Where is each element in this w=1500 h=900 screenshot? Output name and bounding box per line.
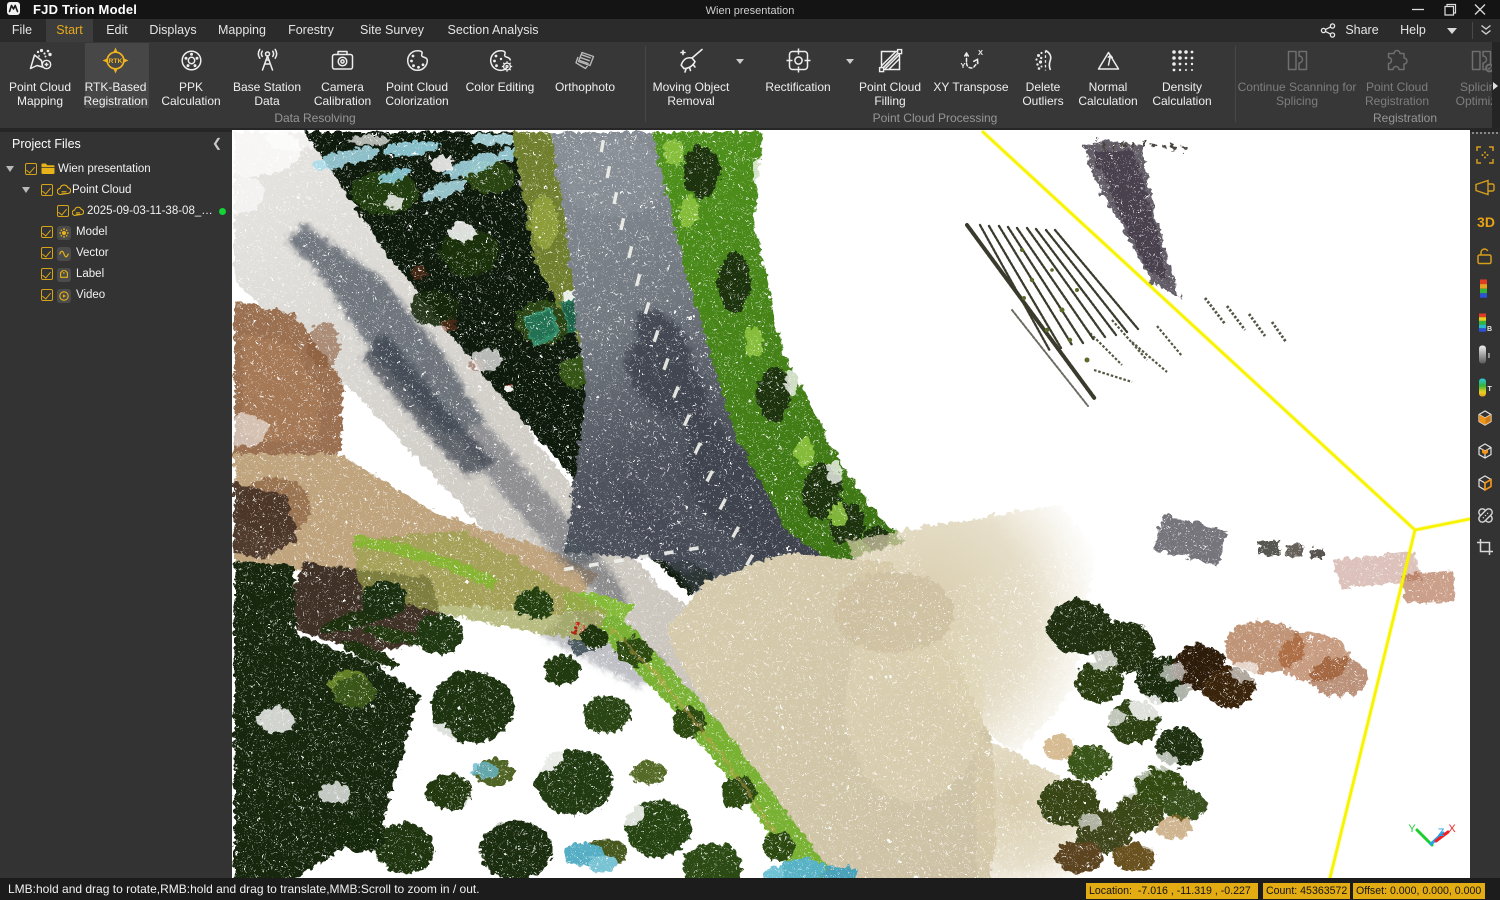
svg-text:Y: Y bbox=[960, 61, 965, 70]
svg-text:X: X bbox=[1448, 823, 1456, 835]
svg-text:X: X bbox=[978, 48, 983, 57]
svg-text:Z: Z bbox=[1438, 827, 1445, 839]
svg-text:I: I bbox=[1488, 353, 1490, 360]
svg-text:RTK: RTK bbox=[109, 58, 123, 65]
svg-text:Y: Y bbox=[1408, 823, 1416, 835]
svg-text:B: B bbox=[1487, 326, 1492, 332]
svg-text:T: T bbox=[1488, 386, 1493, 393]
